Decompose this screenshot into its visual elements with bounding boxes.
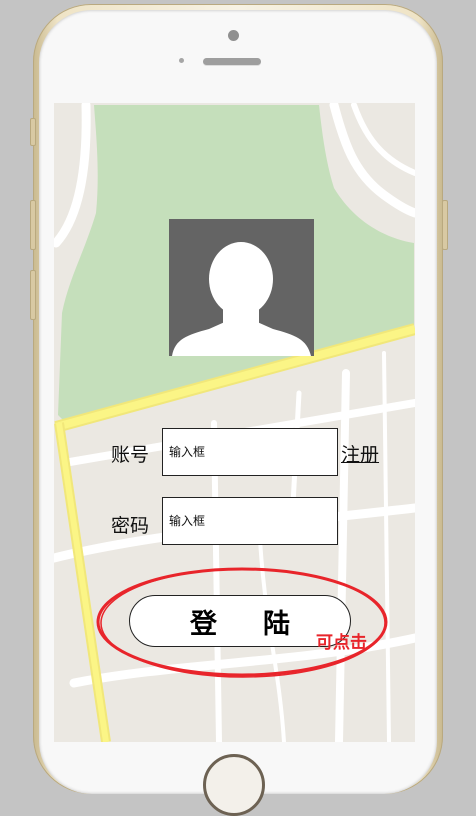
phone-power-button bbox=[442, 200, 448, 250]
phone-volume-up-button bbox=[30, 200, 36, 250]
account-label: 账号 bbox=[111, 444, 150, 466]
clickable-note: 可点击 bbox=[316, 633, 367, 653]
account-input[interactable]: 输入框 bbox=[162, 428, 338, 476]
avatar[interactable] bbox=[169, 219, 314, 356]
password-input[interactable]: 输入框 bbox=[162, 497, 338, 545]
proximity-sensor bbox=[179, 58, 184, 63]
earpiece-speaker bbox=[203, 58, 261, 65]
person-silhouette-icon bbox=[172, 242, 311, 356]
phone-side-button bbox=[30, 118, 36, 146]
clickable-highlight-ellipse bbox=[96, 567, 388, 678]
phone-volume-down-button bbox=[30, 270, 36, 320]
register-link[interactable]: 注册 bbox=[341, 440, 379, 467]
front-camera bbox=[228, 30, 239, 41]
password-label: 密码 bbox=[111, 515, 150, 537]
home-button[interactable] bbox=[203, 754, 265, 816]
